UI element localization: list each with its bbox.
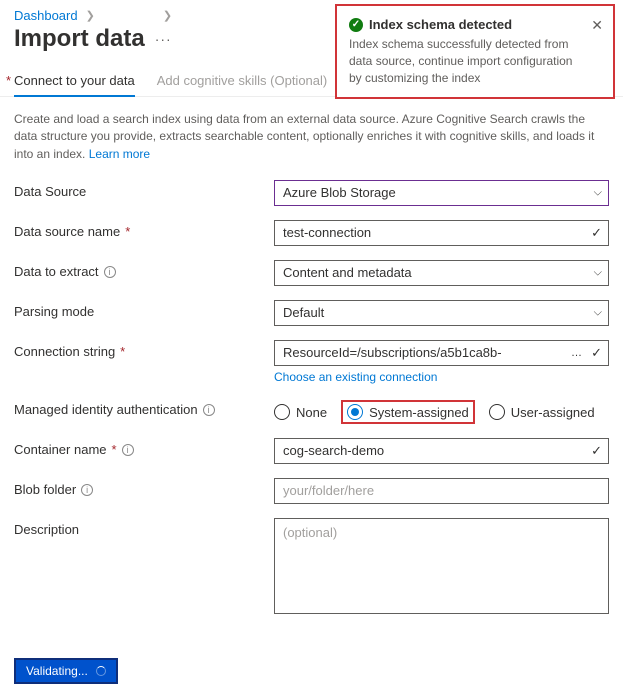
chevron-right-icon: ❯ xyxy=(163,9,172,22)
parsing-mode-select[interactable]: Default ⌵ xyxy=(274,300,609,326)
radio-user-assigned[interactable] xyxy=(489,404,505,420)
validating-button[interactable]: Validating... xyxy=(14,658,118,684)
more-menu-icon[interactable]: ··· xyxy=(155,31,172,47)
info-icon[interactable]: i xyxy=(104,266,116,278)
label-description: Description xyxy=(14,518,274,537)
label-extract: Data to extract i xyxy=(14,260,274,279)
connection-string-input[interactable]: ResourceId=/subscriptions/a5b1ca8b- … ✓ xyxy=(274,340,609,366)
tab-connect[interactable]: Connect to your data xyxy=(14,63,135,96)
radio-system-assigned[interactable] xyxy=(347,404,363,420)
blob-folder-input[interactable]: your/folder/here xyxy=(274,478,609,504)
radio-user-assigned-label: User-assigned xyxy=(511,405,595,420)
ellipsis-icon: … xyxy=(571,347,582,359)
label-conn: Connection string* xyxy=(14,340,274,359)
managed-identity-radio-group: None System-assigned User-assigned xyxy=(274,398,609,424)
radio-none[interactable] xyxy=(274,404,290,420)
chevron-down-icon: ⌵ xyxy=(594,267,602,280)
success-icon: ✓ xyxy=(349,18,363,32)
close-icon[interactable]: ✕ xyxy=(591,16,603,36)
description-textarea[interactable]: (optional) xyxy=(274,518,609,614)
toast-body: Index schema successfully detected from … xyxy=(349,36,583,86)
label-data-source: Data Source xyxy=(14,180,274,199)
data-to-extract-select[interactable]: Content and metadata ⌵ xyxy=(274,260,609,286)
check-icon: ✓ xyxy=(591,443,602,459)
chevron-down-icon: ⌵ xyxy=(594,187,602,200)
toast-notification: ✕ ✓ Index schema detected Index schema s… xyxy=(335,4,615,99)
spinner-icon xyxy=(96,666,106,676)
form: Data Source Azure Blob Storage ⌵ Data so… xyxy=(0,169,623,625)
chevron-right-icon: ❯ xyxy=(86,9,95,22)
learn-more-link[interactable]: Learn more xyxy=(89,147,150,161)
chevron-down-icon: ⌵ xyxy=(594,307,602,320)
info-icon[interactable]: i xyxy=(122,444,134,456)
intro-text: Create and load a search index using dat… xyxy=(0,97,623,169)
info-icon[interactable]: i xyxy=(81,484,93,496)
toast-title: Index schema detected xyxy=(369,16,512,34)
page-title: Import data xyxy=(14,25,145,53)
label-blob: Blob folder i xyxy=(14,478,274,497)
label-container: Container name* i xyxy=(14,438,274,457)
tab-cognitive[interactable]: Add cognitive skills (Optional) xyxy=(157,63,328,96)
container-name-input[interactable]: cog-search-demo ✓ xyxy=(274,438,609,464)
radio-none-label: None xyxy=(296,405,327,420)
info-icon[interactable]: i xyxy=(203,404,215,416)
radio-system-assigned-label: System-assigned xyxy=(369,405,469,420)
check-icon: ✓ xyxy=(591,345,602,361)
label-parsing: Parsing mode xyxy=(14,300,274,319)
data-source-select[interactable]: Azure Blob Storage ⌵ xyxy=(274,180,609,206)
check-icon: ✓ xyxy=(591,225,602,241)
label-managed: Managed identity authentication i xyxy=(14,398,274,417)
breadcrumb-dashboard[interactable]: Dashboard xyxy=(14,8,78,23)
label-ds-name: Data source name* xyxy=(14,220,274,239)
data-source-name-input[interactable]: test-connection ✓ xyxy=(274,220,609,246)
choose-existing-connection-link[interactable]: Choose an existing connection xyxy=(274,370,437,384)
